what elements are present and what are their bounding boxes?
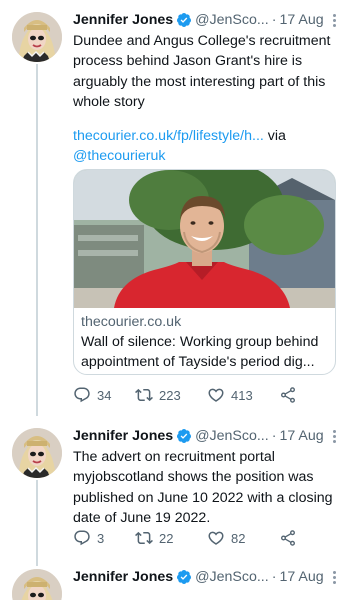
like-icon [208,388,224,402]
tweet[interactable]: Jennifer Jones @JenSco... · 17 Aug Dunde… [0,0,346,416]
author-name[interactable]: Jennifer Jones [73,12,173,28]
like-button[interactable]: 413 [207,386,279,404]
reply-count: 34 [97,387,112,403]
card-domain: thecourier.co.uk [81,314,182,330]
avatar-image [12,12,62,62]
retweet-count: 22 [159,530,174,546]
verified-badge-icon [176,12,192,28]
card-title-line: appointment of Tayside's period dig... [81,354,315,370]
share-icon [281,387,295,403]
like-icon [208,531,224,545]
author-name[interactable]: Jennifer Jones [73,569,173,585]
card-image [74,170,335,308]
retweet-icon [135,388,153,402]
timestamp[interactable]: 17 Aug [279,569,323,585]
via-label: via [263,128,286,144]
separator-dot: · [271,428,277,444]
card-title-line: Wall of silence: Working group behind [81,334,319,350]
via-handle-link[interactable]: @thecourieruk [73,148,165,164]
like-count: 82 [231,530,246,546]
tweet[interactable]: Jennifer Jones @JenSco... · 17 Aug [0,566,346,600]
reply-icon [74,387,90,403]
share-icon [281,530,295,546]
tweet-actions: 3 22 82 [73,526,313,550]
avatar[interactable] [12,569,62,600]
separator-dot: · [271,12,277,28]
share-button[interactable] [279,386,297,404]
reply-icon [74,530,90,546]
verified-badge-icon [176,569,192,585]
author-handle[interactable]: @JenSco... [195,428,269,444]
share-button[interactable] [279,529,297,547]
verified-badge-icon [176,428,192,444]
tweet-link[interactable]: thecourier.co.uk/fp/lifestyle/h... [73,128,264,144]
reply-button[interactable]: 3 [73,529,135,547]
tweet[interactable]: Jennifer Jones @JenSco... · 17 Aug The a… [0,416,346,566]
retweet-icon [135,531,153,545]
tweet-link-row: thecourier.co.uk/fp/lifestyle/h... via @… [73,126,335,167]
like-button[interactable]: 82 [207,529,279,547]
retweet-button[interactable]: 223 [135,386,207,404]
retweet-count: 223 [159,387,181,403]
separator-dot: · [271,569,277,585]
more-icon[interactable] [326,11,342,29]
avatar-image [12,428,62,478]
reply-count: 3 [97,530,105,546]
more-icon[interactable] [326,568,342,586]
link-preview-card[interactable]: thecourier.co.uk Wall of silence: Workin… [73,169,336,375]
avatar[interactable] [12,428,62,478]
more-icon[interactable] [326,427,342,445]
timestamp[interactable]: 17 Aug [279,428,323,444]
tweet-text: Dundee and Angus College's recruitment p… [73,33,331,110]
timestamp[interactable]: 17 Aug [279,12,323,28]
author-name[interactable]: Jennifer Jones [73,428,173,444]
tweet-text: The advert on recruitment portal myjobsc… [73,449,333,526]
retweet-button[interactable]: 22 [135,529,207,547]
like-count: 413 [231,387,253,403]
tweet-actions: 34 223 413 [73,383,313,407]
avatar[interactable] [12,12,62,62]
author-handle[interactable]: @JenSco... [195,569,269,585]
avatar-image [12,569,62,600]
author-handle[interactable]: @JenSco... [195,12,269,28]
reply-button[interactable]: 34 [73,386,135,404]
